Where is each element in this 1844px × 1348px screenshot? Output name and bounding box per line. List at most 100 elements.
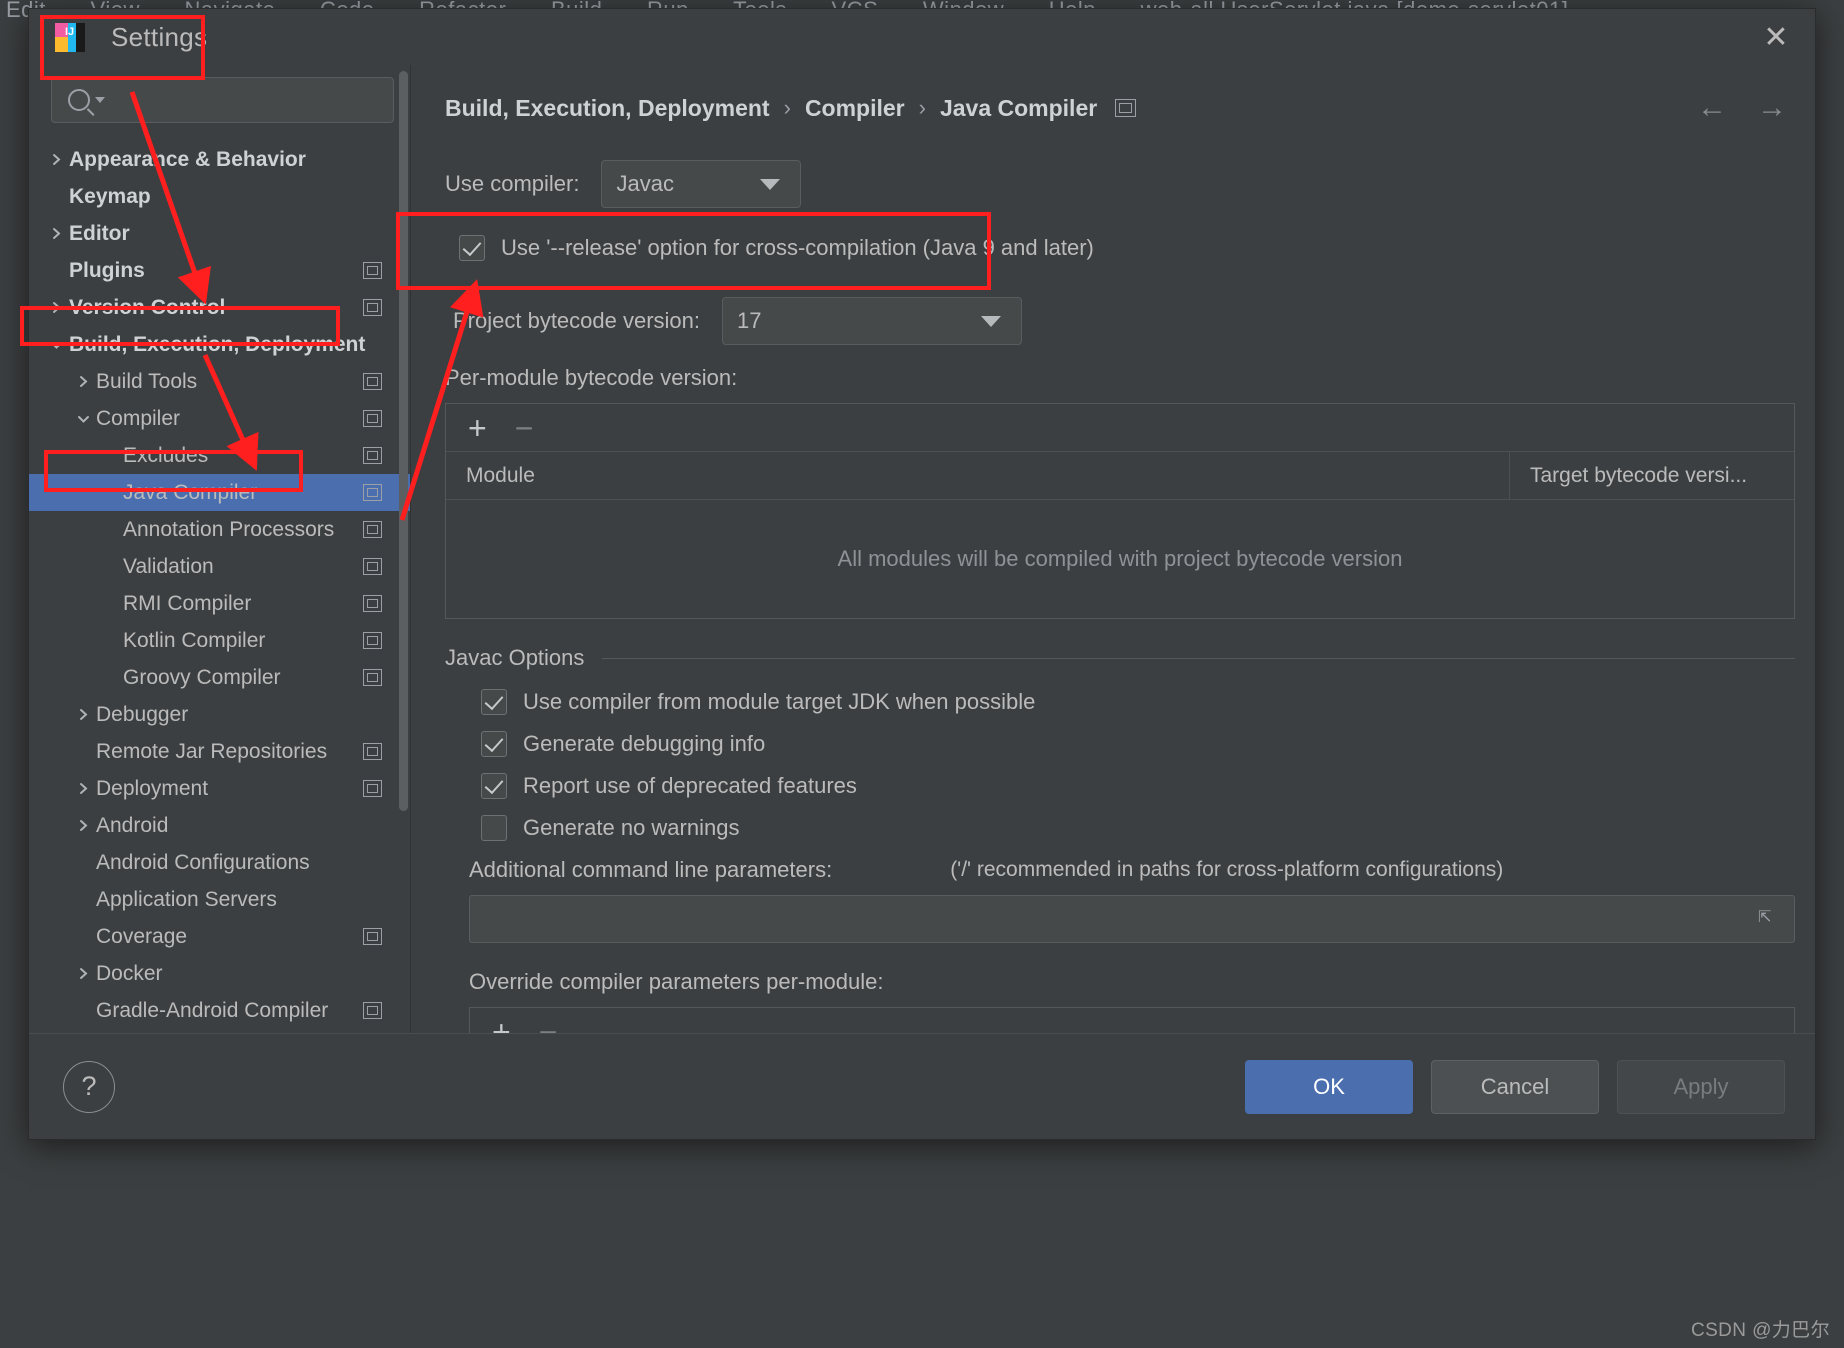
- project-scope-icon: [363, 669, 382, 686]
- sidebar-item-rmi-compiler[interactable]: RMI Compiler: [29, 585, 410, 622]
- sidebar-item-application-servers[interactable]: Application Servers: [29, 881, 410, 918]
- ide-left-toolwindow-strip[interactable]: [0, 26, 30, 1348]
- chevron-right-icon[interactable]: [43, 300, 69, 315]
- close-icon[interactable]: ✕: [1759, 20, 1793, 54]
- chevron-down-icon[interactable]: [95, 97, 105, 103]
- dialog-body: Appearance & Behavior Keymap Editor Plugins…: [29, 65, 1815, 1033]
- report-deprecated-features-checkbox[interactable]: [481, 773, 507, 799]
- sidebar-item-label: Build, Execution, Deployment: [69, 332, 366, 356]
- sidebar-item-label: Remote Jar Repositories: [96, 739, 328, 763]
- project-scope-icon: [363, 262, 382, 279]
- sidebar-item-remote-jar-repositories[interactable]: Remote Jar Repositories: [29, 733, 410, 770]
- search-box[interactable]: [51, 77, 394, 123]
- project-scope-icon: [363, 595, 382, 612]
- sidebar-item-build-execution-deployment[interactable]: Build, Execution, Deployment: [29, 326, 410, 363]
- breadcrumb-item-java-compiler: Java Compiler: [939, 94, 1098, 121]
- sidebar-item-keymap[interactable]: Keymap: [29, 178, 410, 215]
- use-compiler-select[interactable]: Javac: [601, 160, 802, 208]
- use-compiler-value: Javac: [616, 171, 674, 196]
- sidebar-item-label: Annotation Processors: [123, 517, 335, 541]
- chevron-right-icon[interactable]: [70, 707, 96, 722]
- ok-button[interactable]: OK: [1245, 1059, 1413, 1114]
- chevron-right-icon[interactable]: [43, 152, 69, 167]
- additional-params-input[interactable]: ⇱: [469, 895, 1795, 943]
- sidebar-item-kotlin-compiler[interactable]: Kotlin Compiler: [29, 622, 410, 659]
- plus-icon[interactable]: +: [492, 1016, 511, 1034]
- sidebar-item-label: Android Configurations: [96, 850, 310, 874]
- chevron-right-icon[interactable]: [70, 818, 96, 833]
- project-bytecode-select[interactable]: 17: [722, 297, 1023, 345]
- arrow-left-icon[interactable]: ←: [1697, 91, 1727, 125]
- chevron-down-icon[interactable]: [43, 338, 69, 351]
- cancel-button[interactable]: Cancel: [1431, 1059, 1599, 1114]
- sidebar-item-editor[interactable]: Editor: [29, 215, 410, 252]
- sidebar-item-docker[interactable]: Docker: [29, 955, 410, 992]
- report-deprecated-features-label: Report use of deprecated features: [523, 773, 857, 798]
- sidebar-item-gradle-android-compiler[interactable]: Gradle-Android Compiler: [29, 992, 410, 1029]
- help-button[interactable]: ?: [63, 1060, 115, 1113]
- sidebar-item-compiler[interactable]: Compiler: [29, 400, 410, 437]
- chevron-down-icon[interactable]: [70, 412, 96, 425]
- sidebar-item-label: Excludes: [123, 443, 209, 467]
- sidebar-item-android[interactable]: Android: [29, 807, 410, 844]
- javac-checkbox-group: Use compiler from module target JDK when…: [445, 681, 1795, 849]
- column-header-module[interactable]: Module: [446, 452, 1509, 499]
- javac-option-row[interactable]: Generate debugging info: [481, 723, 1795, 765]
- javac-option-row[interactable]: Report use of deprecated features: [481, 765, 1795, 807]
- chevron-right-icon[interactable]: [70, 781, 96, 796]
- sidebar-item-groovy-compiler[interactable]: Groovy Compiler: [29, 659, 410, 696]
- minus-icon: −: [514, 409, 534, 446]
- footer-button-group: OK Cancel Apply: [1245, 1059, 1785, 1114]
- sidebar-item-deployment[interactable]: Deployment: [29, 770, 410, 807]
- chevron-right-icon[interactable]: [70, 374, 96, 389]
- sidebar-item-label: Coverage: [96, 924, 188, 948]
- sidebar-item-excludes[interactable]: Excludes: [29, 437, 410, 474]
- chevron-right-icon[interactable]: [70, 966, 96, 981]
- javac-option-row[interactable]: Generate no warnings: [481, 807, 1795, 849]
- dialog-title: Settings: [111, 21, 208, 52]
- use-release-option-label: Use '--release' option for cross-compila…: [501, 235, 1094, 260]
- project-scope-icon: [363, 632, 382, 649]
- use-release-option-row[interactable]: Use '--release' option for cross-compila…: [445, 227, 1795, 269]
- sidebar-item-appearance-behavior[interactable]: Appearance & Behavior: [29, 141, 410, 178]
- use-compiler-label: Use compiler:: [445, 171, 580, 196]
- plus-icon[interactable]: +: [468, 412, 487, 444]
- sidebar-item-java-compiler[interactable]: Java Compiler: [29, 474, 410, 511]
- sidebar-item-annotation-processors[interactable]: Annotation Processors: [29, 511, 410, 548]
- breadcrumb-separator-1: ›: [783, 95, 791, 120]
- use-release-option-checkbox[interactable]: [459, 235, 485, 261]
- ide-right-toolwindow-strip[interactable]: [1818, 26, 1844, 1348]
- chevron-down-icon[interactable]: [744, 161, 796, 207]
- sidebar-scrollbar[interactable]: [399, 71, 408, 811]
- generate-no-warnings-checkbox[interactable]: [481, 815, 507, 841]
- breadcrumb-item-compiler[interactable]: Compiler: [805, 95, 905, 122]
- chevron-right-icon[interactable]: [43, 226, 69, 241]
- search-container: [29, 65, 410, 139]
- use-compiler-from-module-jdk-checkbox[interactable]: [481, 689, 507, 715]
- per-module-table-toolbar: + −: [446, 404, 1794, 452]
- settings-tree[interactable]: Appearance & Behavior Keymap Editor Plugins…: [29, 139, 410, 1033]
- breadcrumb-item-build[interactable]: Build, Execution, Deployment: [445, 95, 770, 122]
- javac-option-row[interactable]: Use compiler from module target JDK when…: [481, 681, 1795, 723]
- sidebar-item-label: Groovy Compiler: [123, 665, 281, 689]
- sidebar-item-debugger[interactable]: Debugger: [29, 696, 410, 733]
- sidebar-item-build-tools[interactable]: Build Tools: [29, 363, 410, 400]
- expand-icon[interactable]: ⇱: [1758, 907, 1782, 931]
- apply-button[interactable]: Apply: [1617, 1059, 1785, 1114]
- column-header-target-bytecode[interactable]: Target bytecode versi...: [1509, 452, 1794, 499]
- sidebar-item-label: Android: [96, 813, 169, 837]
- sidebar-item-coverage[interactable]: Coverage: [29, 918, 410, 955]
- chevron-down-icon[interactable]: [965, 298, 1017, 344]
- sidebar-item-plugins[interactable]: Plugins: [29, 252, 410, 289]
- breadcrumb-separator-2: ›: [918, 95, 926, 120]
- arrow-right-icon[interactable]: →: [1757, 91, 1787, 125]
- dialog-footer: ? OK Cancel Apply: [29, 1033, 1815, 1139]
- sidebar-item-version-control[interactable]: Version Control: [29, 289, 410, 326]
- project-scope-icon: [363, 521, 382, 538]
- sidebar-item-label: Editor: [69, 221, 130, 245]
- generate-debugging-info-checkbox[interactable]: [481, 731, 507, 757]
- watermark: CSDN @力巴尔: [1690, 1320, 1830, 1341]
- search-input[interactable]: [105, 89, 383, 111]
- sidebar-item-validation[interactable]: Validation: [29, 548, 410, 585]
- sidebar-item-android-configurations[interactable]: Android Configurations: [29, 844, 410, 881]
